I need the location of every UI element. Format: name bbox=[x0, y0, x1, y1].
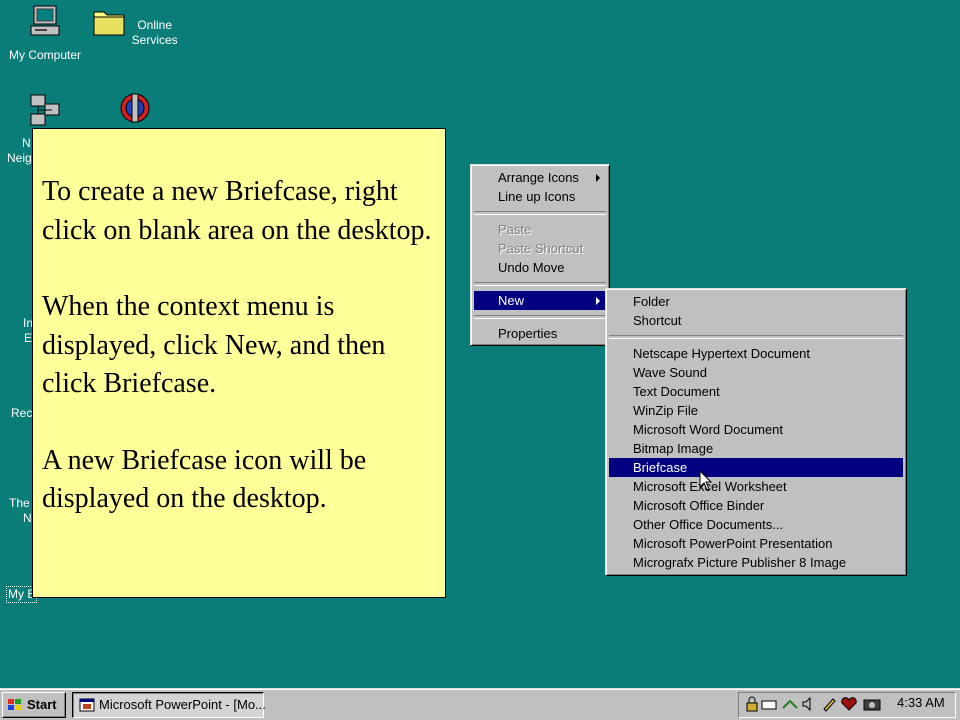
submenu-item-file-type[interactable]: Microsoft Excel Worksheet bbox=[609, 477, 903, 496]
pen-icon[interactable] bbox=[821, 696, 837, 715]
new-submenu: Folder Shortcut Netscape Hypertext Docum… bbox=[605, 288, 907, 576]
heart-icon[interactable] bbox=[839, 696, 859, 715]
desktop[interactable]: My Computer Online Services N Neig In E … bbox=[0, 0, 960, 688]
system-tray: 4:33 AM bbox=[738, 692, 956, 718]
menu-separator bbox=[474, 282, 606, 286]
menu-item-arrange-icons[interactable]: Arrange Icons bbox=[474, 168, 606, 187]
my-computer-icon bbox=[30, 5, 60, 36]
submenu-item-file-type[interactable]: Netscape Hypertext Document bbox=[609, 344, 903, 363]
windows-logo-icon bbox=[8, 699, 21, 710]
volume-icon[interactable] bbox=[801, 696, 817, 715]
keyboard-icon[interactable] bbox=[761, 696, 777, 715]
submenu-item-file-type[interactable]: Briefcase bbox=[609, 458, 903, 477]
desktop-icon-label: Online Services bbox=[131, 18, 178, 47]
submenu-item-file-type[interactable]: Microsoft Office Binder bbox=[609, 496, 903, 515]
taskbar-button-powerpoint[interactable]: Microsoft PowerPoint - [Mo... bbox=[72, 692, 266, 718]
submenu-arrow-icon bbox=[596, 297, 600, 305]
menu-separator bbox=[609, 335, 903, 339]
menu-item-properties[interactable]: Properties bbox=[474, 324, 606, 343]
desktop-icon-label: N Neig bbox=[7, 136, 32, 165]
desktop-icon-online-services[interactable]: Online Services bbox=[90, 4, 180, 48]
mouse-pointer-icon bbox=[699, 470, 713, 491]
submenu-item-folder[interactable]: Folder bbox=[609, 292, 903, 311]
menu-item-line-up-icons[interactable]: Line up Icons bbox=[474, 187, 606, 206]
instruction-paragraph-2: When the context menu is displayed, clic… bbox=[42, 291, 386, 399]
submenu-arrow-icon bbox=[596, 174, 600, 182]
submenu-file-types: Netscape Hypertext Document Wave Sound Tex… bbox=[609, 344, 903, 572]
submenu-item-shortcut[interactable]: Shortcut bbox=[609, 311, 903, 330]
submenu-item-file-type[interactable]: Micrografx Picture Publisher 8 Image bbox=[609, 553, 903, 572]
menu-separator bbox=[474, 211, 606, 215]
submenu-item-file-type[interactable]: Microsoft Word Document bbox=[609, 420, 903, 439]
desktop-icon-label: Rec bbox=[11, 406, 33, 420]
instruction-callout: To create a new Briefcase, right click o… bbox=[32, 128, 446, 598]
menu-item-undo-move[interactable]: Undo Move bbox=[474, 258, 606, 277]
menu-item-paste: Paste bbox=[498, 222, 532, 237]
powerpoint-window-icon bbox=[79, 698, 95, 712]
padlock-icon[interactable] bbox=[745, 696, 759, 715]
taskbar-button-label: Microsoft PowerPoint - [Mo... bbox=[99, 697, 266, 712]
submenu-item-file-type[interactable]: WinZip File bbox=[609, 401, 903, 420]
desktop-icon-label: The N bbox=[8, 496, 32, 525]
submenu-item-file-type[interactable]: Microsoft PowerPoint Presentation bbox=[609, 534, 903, 553]
submenu-item-file-type[interactable]: Bitmap Image bbox=[609, 439, 903, 458]
instruction-paragraph-1: To create a new Briefcase, right click o… bbox=[42, 176, 432, 246]
start-label: Start bbox=[27, 697, 57, 712]
desktop-icon-label: My Computer bbox=[8, 48, 82, 62]
network-neighborhood-icon bbox=[30, 94, 60, 126]
submenu-item-file-type[interactable]: Other Office Documents... bbox=[609, 515, 903, 534]
taskbar: Start Microsoft PowerPoint - [Mo... 4:33… bbox=[0, 688, 960, 720]
submenu-item-file-type[interactable]: Wave Sound bbox=[609, 363, 903, 382]
camera-icon[interactable] bbox=[863, 696, 881, 715]
folder-icon bbox=[93, 11, 125, 36]
desktop-icon-my-computer[interactable]: My Computer bbox=[0, 4, 90, 63]
internet-setup-icon bbox=[120, 93, 150, 123]
start-button[interactable]: Start bbox=[2, 692, 66, 718]
clock[interactable]: 4:33 AM bbox=[897, 695, 945, 710]
menu-separator bbox=[474, 315, 606, 319]
network-tray-icon[interactable] bbox=[781, 696, 799, 715]
menu-item-paste-shortcut: Paste Shortcut bbox=[498, 241, 584, 256]
menu-item-new[interactable]: New bbox=[474, 291, 606, 310]
desktop-context-menu: Arrange Icons Line up Icons Paste Paste … bbox=[470, 164, 610, 346]
instruction-paragraph-3: A new Briefcase icon will be displayed o… bbox=[42, 444, 367, 515]
submenu-item-file-type[interactable]: Text Document bbox=[609, 382, 903, 401]
